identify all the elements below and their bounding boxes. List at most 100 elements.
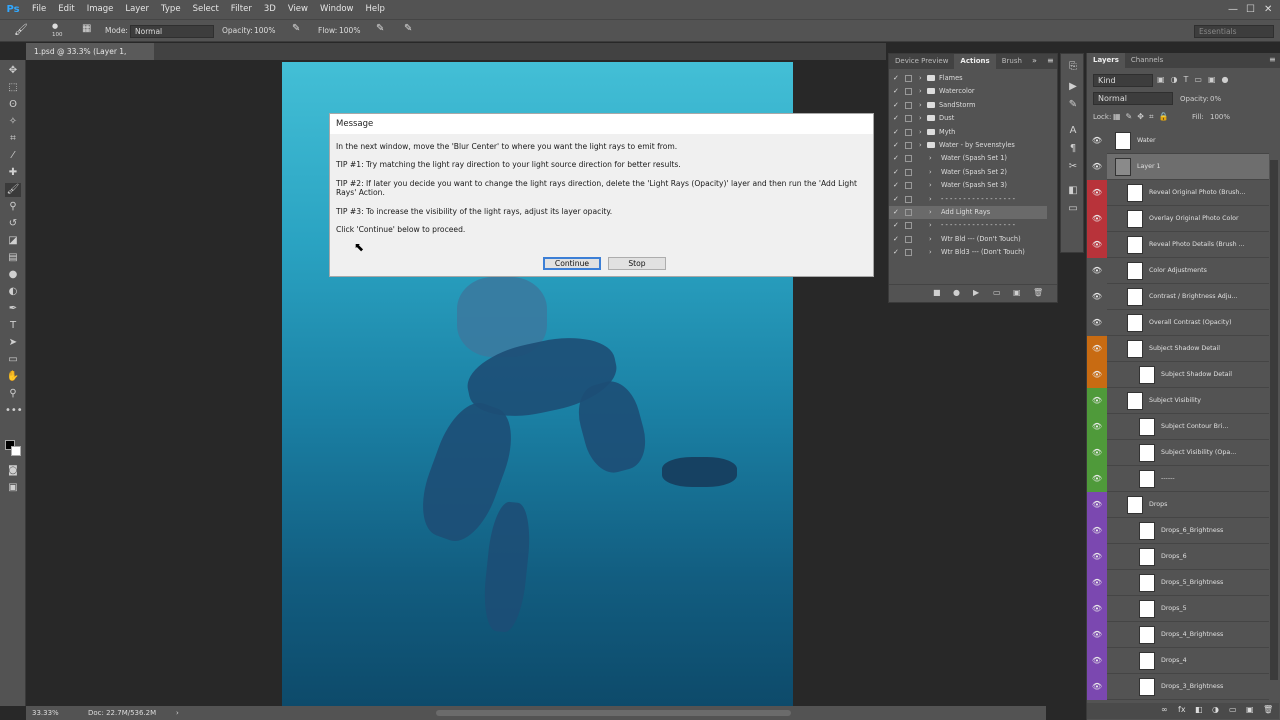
visibility-eye-icon[interactable]: 👁 xyxy=(1087,570,1107,596)
play-icon[interactable]: ▶ xyxy=(973,288,979,297)
layer-thumbnail[interactable] xyxy=(1139,600,1155,618)
panel-menu-icon[interactable]: ≡ xyxy=(1047,56,1054,65)
screen-mode-icon[interactable]: ▣ xyxy=(5,481,21,495)
menu-file[interactable]: File xyxy=(26,0,52,19)
fill-value[interactable]: 100% xyxy=(1210,113,1230,121)
tab-layers[interactable]: Layers xyxy=(1087,53,1125,68)
layer-thumbnail[interactable] xyxy=(1139,522,1155,540)
visibility-eye-icon[interactable]: 👁 xyxy=(1087,414,1107,440)
layer-thumbnail[interactable] xyxy=(1139,678,1155,696)
workspace-select[interactable]: Essentials xyxy=(1194,25,1274,38)
visibility-eye-icon[interactable]: 👁 xyxy=(1087,258,1107,284)
expand-arrow-icon[interactable]: › xyxy=(929,193,932,206)
layer-row[interactable]: 👁 Color Adjustments xyxy=(1087,258,1269,284)
dialog-toggle-box[interactable] xyxy=(905,195,912,203)
check-icon[interactable]: ✓ xyxy=(893,126,899,139)
visibility-eye-icon[interactable]: 👁 xyxy=(1087,596,1107,622)
action-item[interactable]: ✓ › Water (Spash Set 1) xyxy=(889,152,1047,165)
dialog-toggle-box[interactable] xyxy=(905,155,912,163)
hand-tool-icon[interactable]: ✋ xyxy=(5,370,21,384)
pressure-opacity-icon[interactable]: ✎ xyxy=(292,23,300,34)
check-icon[interactable]: ✓ xyxy=(893,179,899,192)
menu-filter[interactable]: Filter xyxy=(225,0,258,19)
menu-edit[interactable]: Edit xyxy=(52,0,80,19)
horizontal-scrollbar[interactable] xyxy=(436,710,791,716)
layer-name[interactable]: Drops_5_Brightness xyxy=(1161,570,1259,596)
properties-icon[interactable]: ◧ xyxy=(1065,184,1081,198)
layer-name[interactable]: Drops_4_Brightness xyxy=(1161,622,1259,648)
check-icon[interactable]: ✓ xyxy=(893,193,899,206)
expand-arrow-icon[interactable]: › xyxy=(929,179,932,192)
action-set[interactable]: ✓ › Myth xyxy=(889,126,1047,139)
adjustment-icon[interactable]: ◑ xyxy=(1212,705,1219,714)
stop-recording-icon[interactable]: ■ xyxy=(933,288,941,297)
layer-thumbnail[interactable] xyxy=(1127,314,1143,332)
layer-name[interactable]: Drops_6 xyxy=(1161,544,1259,570)
check-icon[interactable]: ✓ xyxy=(893,99,899,112)
eraser-tool-icon[interactable]: ◪ xyxy=(5,234,21,248)
visibility-eye-icon[interactable]: 👁 xyxy=(1087,336,1107,362)
layer-thumbnail[interactable] xyxy=(1139,574,1155,592)
menu-window[interactable]: Window xyxy=(314,0,360,19)
zoom-tool-icon[interactable]: ⚲ xyxy=(5,387,21,401)
action-item[interactable]: ✓ › - - - - - - - - - - - - - - - - - xyxy=(889,193,1047,206)
lasso-tool-icon[interactable]: ʘ xyxy=(5,98,21,112)
eyedropper-tool-icon[interactable]: ⁄ xyxy=(5,149,21,163)
action-set[interactable]: ✓ › Dust xyxy=(889,112,1047,125)
layer-thumbnail[interactable] xyxy=(1127,184,1143,202)
visibility-eye-icon[interactable]: 👁 xyxy=(1087,128,1107,154)
dialog-toggle-box[interactable] xyxy=(905,115,912,123)
layer-thumbnail[interactable] xyxy=(1139,444,1155,462)
shape-tool-icon[interactable]: ▭ xyxy=(5,353,21,367)
layer-row[interactable]: 👁 Drops xyxy=(1087,492,1269,518)
action-set[interactable]: ✓ › Watercolor xyxy=(889,85,1047,98)
path-select-icon[interactable]: ➤ xyxy=(5,336,21,350)
layer-row[interactable]: 👁 Subject Contour Bri... xyxy=(1087,414,1269,440)
layers-menu-icon[interactable]: ≡ xyxy=(1269,55,1276,64)
new-layer-icon[interactable]: ▣ xyxy=(1246,705,1254,714)
dialog-toggle-box[interactable] xyxy=(905,209,912,216)
action-set[interactable]: ✓ › Flames xyxy=(889,72,1047,85)
libraries-icon[interactable]: ▭ xyxy=(1065,202,1081,216)
visibility-eye-icon[interactable]: 👁 xyxy=(1087,310,1107,336)
continue-button[interactable]: Continue xyxy=(543,257,601,270)
expand-arrow-icon[interactable]: › xyxy=(919,85,922,98)
expand-arrow-icon[interactable]: › xyxy=(929,166,932,179)
brush-settings-icon[interactable]: ✎ xyxy=(1065,98,1081,112)
expand-arrow-icon[interactable]: › xyxy=(919,99,922,112)
action-item[interactable]: ✓ › Wtr Bld3 --- (Don't Touch) xyxy=(889,246,1047,259)
visibility-eye-icon[interactable]: 👁 xyxy=(1087,674,1107,700)
layer-name[interactable]: Subject Contour Bri... xyxy=(1161,414,1259,440)
layer-row[interactable]: 👁 Reveal Original Photo (Brush... xyxy=(1087,180,1269,206)
dodge-tool-icon[interactable]: ◐ xyxy=(5,285,21,299)
visibility-eye-icon[interactable]: 👁 xyxy=(1087,388,1107,414)
marquee-tool-icon[interactable]: ⬚ xyxy=(5,81,21,95)
new-set-icon[interactable]: ▭ xyxy=(993,288,1001,297)
layers-scrollbar[interactable] xyxy=(1270,160,1278,680)
layer-opacity-value[interactable]: 0% xyxy=(1210,95,1221,103)
expand-arrow-icon[interactable]: › xyxy=(919,72,922,85)
check-icon[interactable]: ✓ xyxy=(893,233,899,246)
crop-tool-icon[interactable]: ⌗ xyxy=(5,132,21,146)
action-set[interactable]: ✓ › SandStorm xyxy=(889,99,1047,112)
lock-icons[interactable]: ▦✎✥⌗🔒 xyxy=(1113,112,1173,122)
airbrush-icon[interactable]: ✎ xyxy=(376,23,384,34)
maximize-button[interactable]: ☐ xyxy=(1246,0,1255,19)
layer-thumbnail[interactable] xyxy=(1115,158,1131,176)
layer-name[interactable]: Subject Shadow Detail xyxy=(1161,362,1259,388)
visibility-eye-icon[interactable]: 👁 xyxy=(1087,466,1107,492)
brush-panel-icon[interactable]: ▦ xyxy=(82,23,91,34)
layer-row[interactable]: 👁 ------ xyxy=(1087,466,1269,492)
dialog-toggle-box[interactable] xyxy=(905,235,912,243)
check-icon[interactable]: ✓ xyxy=(893,206,899,219)
layer-name[interactable]: Drops_6_Brightness xyxy=(1161,518,1259,544)
action-item[interactable]: ✓ › Water (Spash Set 2) xyxy=(889,166,1047,179)
layer-name[interactable]: Drops_4 xyxy=(1161,648,1259,674)
collapse-icon[interactable]: » xyxy=(1032,56,1037,65)
expand-arrow-icon[interactable]: › xyxy=(929,233,932,246)
action-item[interactable]: ✓ › Add Light Rays xyxy=(889,206,1047,219)
layer-thumbnail[interactable] xyxy=(1139,548,1155,566)
visibility-eye-icon[interactable]: 👁 xyxy=(1087,206,1107,232)
visibility-eye-icon[interactable]: 👁 xyxy=(1087,518,1107,544)
layer-row[interactable]: 👁 Drops_6 xyxy=(1087,544,1269,570)
